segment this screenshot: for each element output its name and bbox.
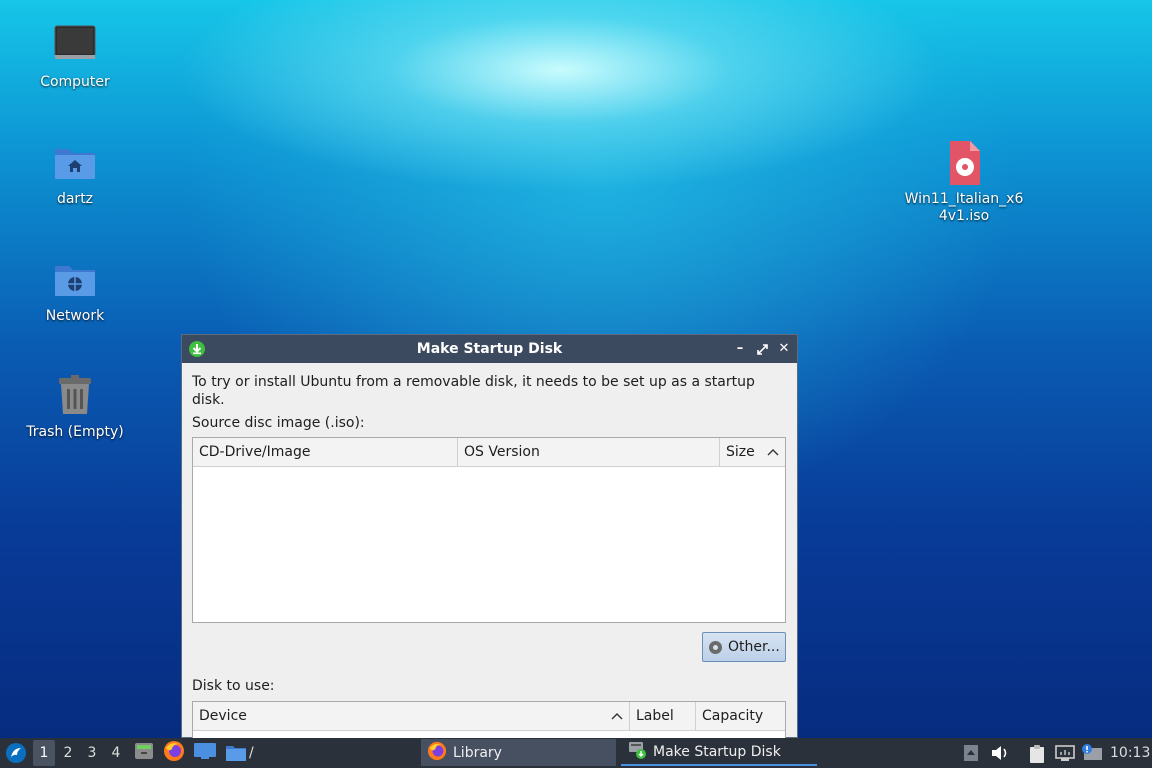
volume-icon[interactable] — [990, 744, 1008, 762]
computer-icon — [51, 22, 99, 70]
workspace-4[interactable]: 4 — [105, 740, 127, 766]
file-manager-launcher-icon[interactable] — [133, 741, 155, 765]
clock[interactable]: 10:13 — [1110, 738, 1150, 768]
task-make-startup-disk[interactable]: Make Startup Disk — [621, 739, 817, 766]
column-header-cd-drive-image[interactable]: CD-Drive/Image — [193, 438, 458, 466]
window-titlebar[interactable]: Make Startup Disk – ✕ — [182, 335, 797, 363]
desktop-icon-computer[interactable]: Computer — [15, 22, 135, 91]
desktop-launcher-icon[interactable] — [193, 741, 217, 765]
desktop-icon-iso-file[interactable]: Win11_Italian_x64v1.iso — [904, 139, 1024, 225]
make-startup-disk-window: Make Startup Disk – ✕ To try or install … — [181, 334, 798, 763]
disk-label: Disk to use: — [192, 678, 275, 694]
column-header-label[interactable]: Label — [630, 702, 696, 730]
workspace-2[interactable]: 2 — [57, 740, 79, 766]
window-title: Make Startup Disk — [416, 341, 563, 357]
network-folder-icon — [51, 256, 99, 304]
intro-text: To try or install Ubuntu from a removabl… — [192, 374, 755, 408]
desktop-icon-network[interactable]: Network — [15, 256, 135, 325]
launch-path-label: / — [249, 745, 254, 761]
iso-file-icon — [940, 139, 988, 187]
disc-icon — [709, 640, 722, 654]
minimize-icon[interactable]: – — [733, 341, 747, 356]
column-header-os-version[interactable]: OS Version — [458, 438, 720, 466]
folder-launcher-icon[interactable]: / — [225, 743, 254, 763]
lubuntu-logo-icon — [6, 743, 26, 763]
firefox-icon — [427, 741, 447, 765]
source-image-table[interactable]: CD-Drive/Image OS Version Size — [192, 437, 786, 623]
firefox-launcher-icon[interactable] — [163, 740, 185, 766]
sort-ascending-icon — [767, 438, 779, 477]
start-menu-button[interactable] — [5, 738, 27, 768]
network-status-icon[interactable] — [1055, 744, 1075, 762]
taskbar: 1 2 3 4 / Library Make Startup Disk 10:1… — [0, 738, 1152, 768]
home-folder-icon — [51, 139, 99, 187]
column-header-size[interactable]: Size — [720, 438, 785, 466]
desktop-icon-home[interactable]: dartz — [15, 139, 135, 208]
tray-scroll-up-icon[interactable] — [963, 744, 979, 762]
desktop-icon-trash[interactable]: Trash (Empty) — [15, 372, 135, 441]
workspace-1[interactable]: 1 — [33, 740, 55, 766]
workspace-switcher: 1 2 3 4 — [33, 738, 127, 768]
source-label: Source disc image (.iso): — [192, 415, 365, 431]
startup-disk-app-icon — [188, 340, 206, 358]
update-notifier-icon[interactable] — [1081, 744, 1103, 762]
close-icon[interactable]: ✕ — [777, 341, 791, 356]
clipboard-icon[interactable] — [1028, 744, 1046, 763]
column-header-device[interactable]: Device — [193, 702, 630, 730]
sort-ascending-icon — [611, 702, 623, 741]
maximize-icon[interactable] — [755, 342, 769, 356]
other-button[interactable]: Other... — [702, 632, 786, 662]
task-library[interactable]: Library — [421, 739, 616, 766]
startup-disk-icon — [627, 740, 647, 764]
workspace-3[interactable]: 3 — [81, 740, 103, 766]
trash-icon — [51, 372, 99, 420]
column-header-capacity[interactable]: Capacity — [696, 702, 785, 730]
